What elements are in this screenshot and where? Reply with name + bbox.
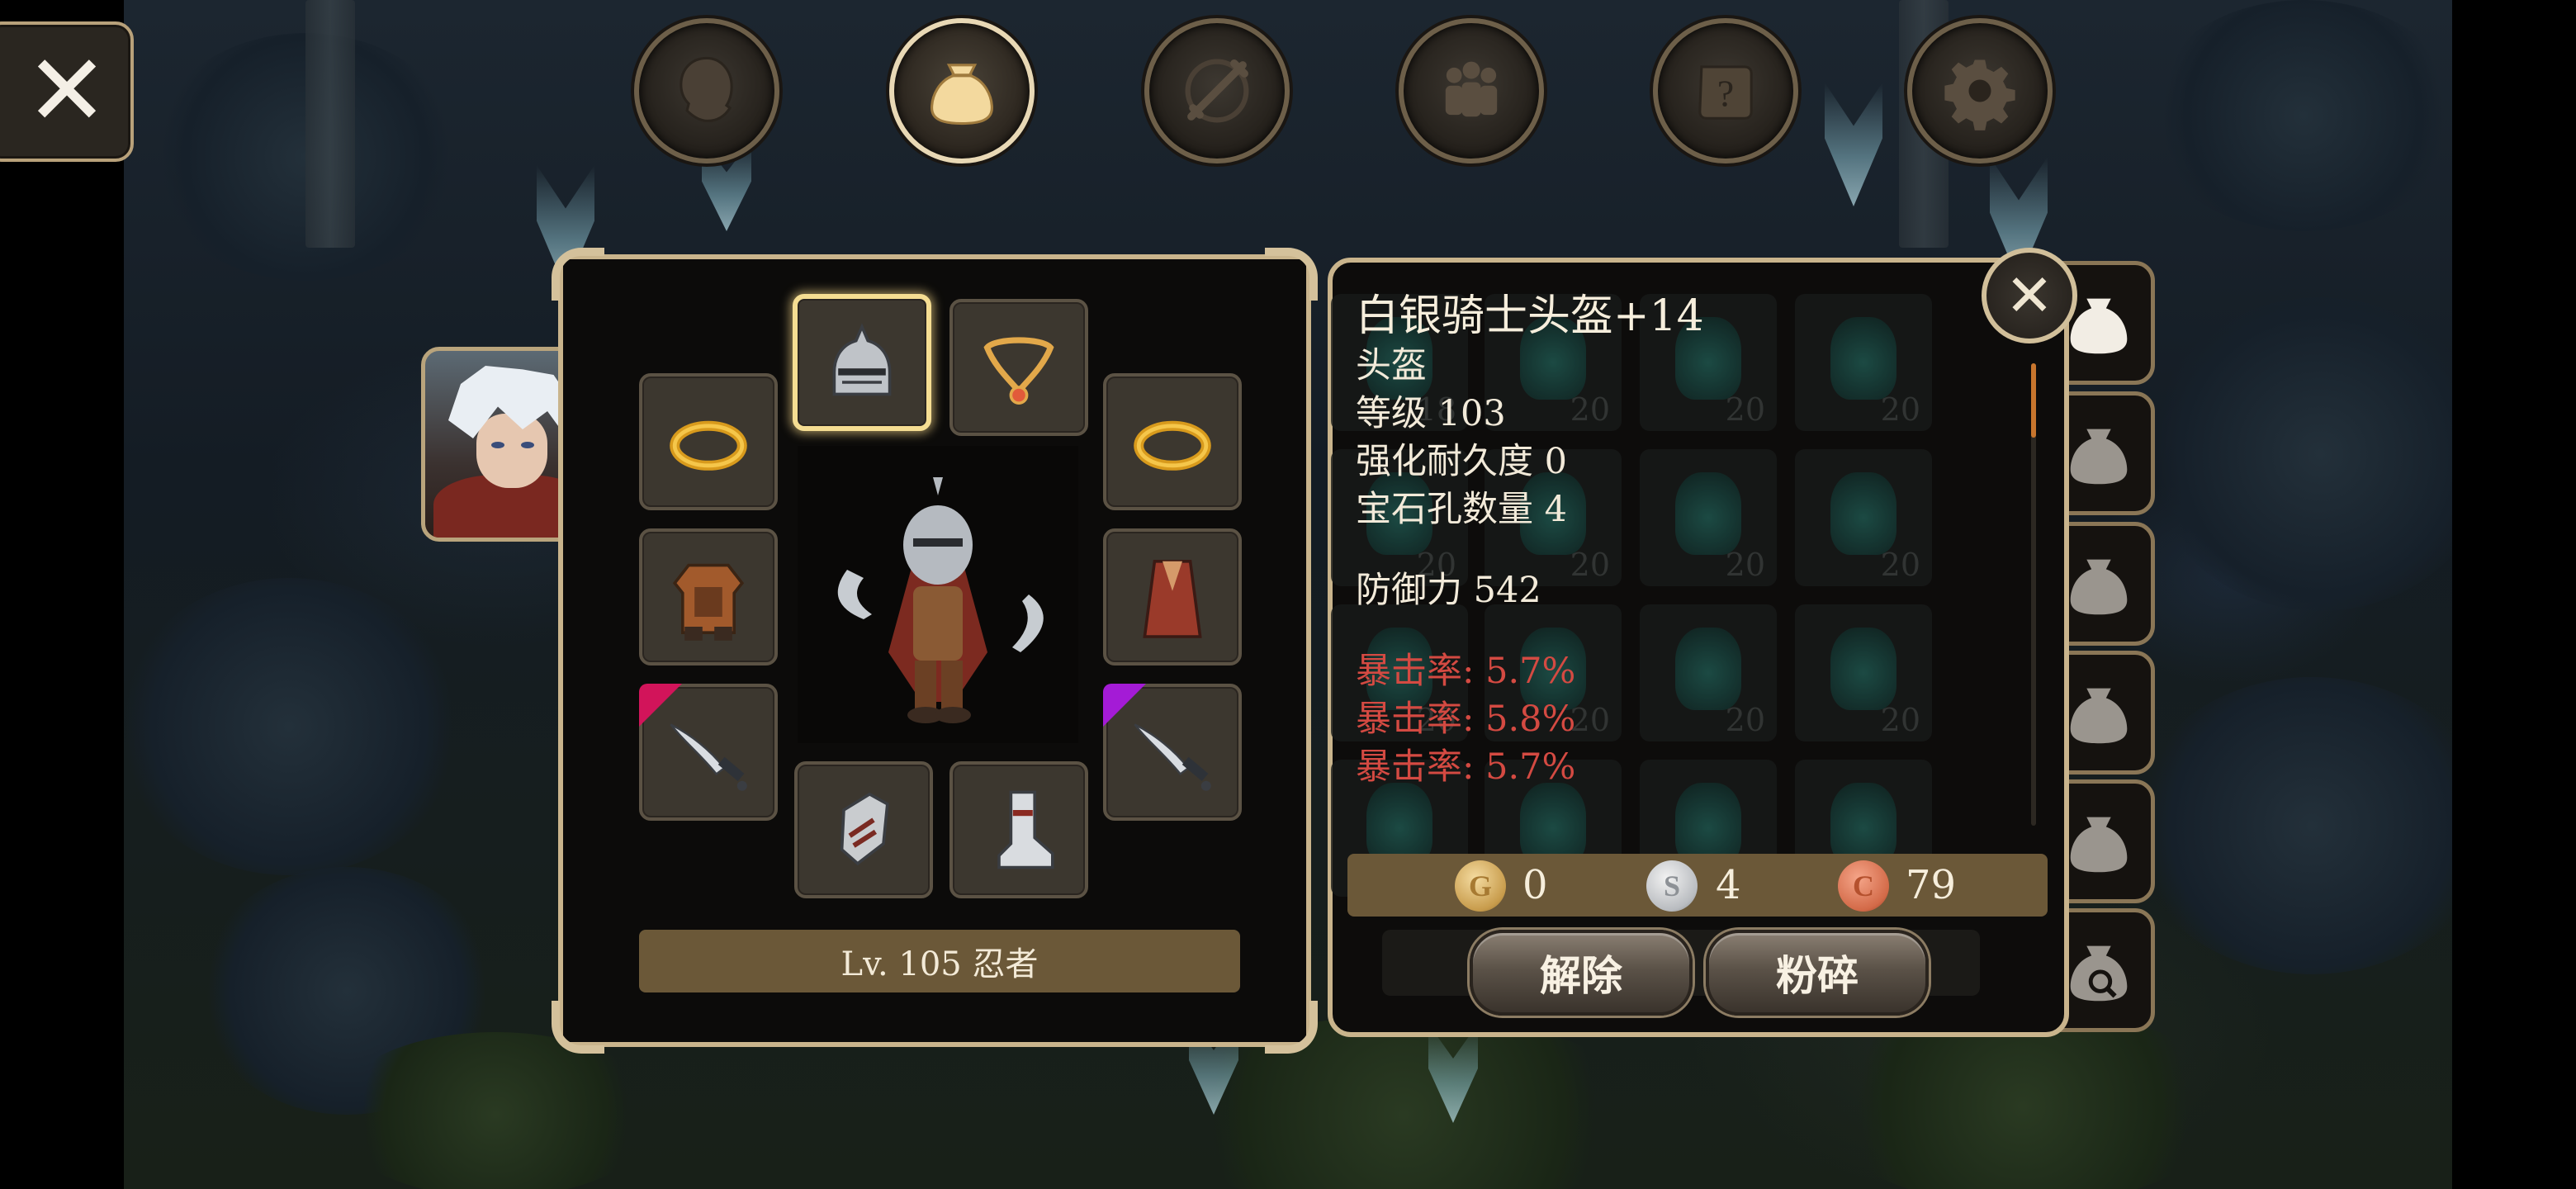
tab-quests[interactable]: ?	[1653, 18, 1798, 163]
slot-boots[interactable]	[949, 761, 1088, 898]
gold-coin-icon: G	[1455, 860, 1506, 912]
gauntlet-icon	[840, 792, 889, 866]
item-defense: 防御力 542	[1356, 570, 1541, 611]
svg-text:?: ?	[1717, 73, 1734, 115]
gold-amount: 0	[1522, 862, 1548, 908]
character-level-class: Lv. 105 忍者	[639, 930, 1240, 992]
close-icon: ✕	[25, 34, 109, 149]
bag-icon	[2070, 559, 2128, 615]
slot-weapon-left[interactable]	[639, 684, 778, 821]
slot-helmet[interactable]	[793, 294, 931, 431]
gear-icon	[1944, 59, 2015, 130]
scroll-icon: ?	[1698, 65, 1753, 120]
ring-icon	[670, 420, 747, 471]
slot-ring-right[interactable]	[1103, 373, 1242, 510]
tab-skills[interactable]	[1144, 18, 1290, 163]
silver-coin-icon: S	[1646, 860, 1698, 912]
slot-armor[interactable]	[639, 528, 778, 666]
detail-scrollbar[interactable]	[2031, 363, 2036, 826]
copper-coin-icon: C	[1838, 860, 1889, 912]
search-bag-icon	[2070, 945, 2128, 1002]
helmet-icon	[832, 323, 892, 396]
item-bonus: 暴击率: 5.8%	[1356, 699, 1576, 740]
dagger-icon	[670, 723, 747, 791]
bag-icon	[930, 64, 993, 126]
necklace-icon	[983, 337, 1054, 405]
copper-amount: 79	[1906, 862, 1957, 908]
item-durability: 强化耐久度 0	[1356, 441, 1568, 482]
armor-icon	[672, 563, 745, 641]
slot-gloves[interactable]	[794, 761, 933, 898]
detail-close-button[interactable]: ✕	[1982, 248, 2077, 343]
item-bonus: 暴击率: 5.7%	[1356, 746, 1576, 788]
tab-character[interactable]	[634, 18, 779, 163]
slot-necklace[interactable]	[949, 299, 1088, 436]
close-icon: ✕	[2005, 262, 2054, 329]
unequip-button[interactable]: 解除	[1470, 930, 1693, 1016]
silver-amount: 4	[1716, 862, 1741, 908]
head-icon	[680, 56, 733, 122]
close-menu-button[interactable]: ✕	[0, 21, 134, 162]
tab-inventory[interactable]	[889, 18, 1035, 163]
ring-icon	[1134, 420, 1211, 471]
tab-party[interactable]	[1399, 18, 1544, 163]
dagger-icon	[1134, 723, 1211, 791]
character-sprite	[798, 446, 1078, 743]
cloak-icon	[1143, 560, 1202, 638]
item-level: 等级 103	[1356, 393, 1506, 434]
item-type: 头盔	[1356, 345, 1427, 386]
boot-icon	[997, 790, 1054, 869]
tab-settings[interactable]	[1907, 18, 2053, 163]
slot-cloak[interactable]	[1103, 528, 1242, 666]
slot-ring-left[interactable]	[639, 373, 778, 510]
people-icon	[1445, 61, 1498, 117]
currency-bar: G 0 S 4 C 79	[1347, 854, 2048, 917]
item-detail-text: 白银骑士头盔+14 头盔 等级 103 强化耐久度 0 宝石孔数量 4 防御力 …	[1356, 281, 2016, 791]
smash-button[interactable]: 粉碎	[1706, 930, 1929, 1016]
bag-icon	[2070, 817, 2128, 873]
bag-icon	[2070, 688, 2128, 744]
sword-compass-icon	[1185, 59, 1249, 123]
item-sockets: 宝石孔数量 4	[1356, 489, 1568, 530]
item-bonus: 暴击率: 5.7%	[1356, 651, 1576, 692]
item-name: 白银骑士头盔+14	[1356, 291, 1704, 341]
bag-icon	[2070, 429, 2128, 485]
slot-weapon-right[interactable]	[1103, 684, 1242, 821]
